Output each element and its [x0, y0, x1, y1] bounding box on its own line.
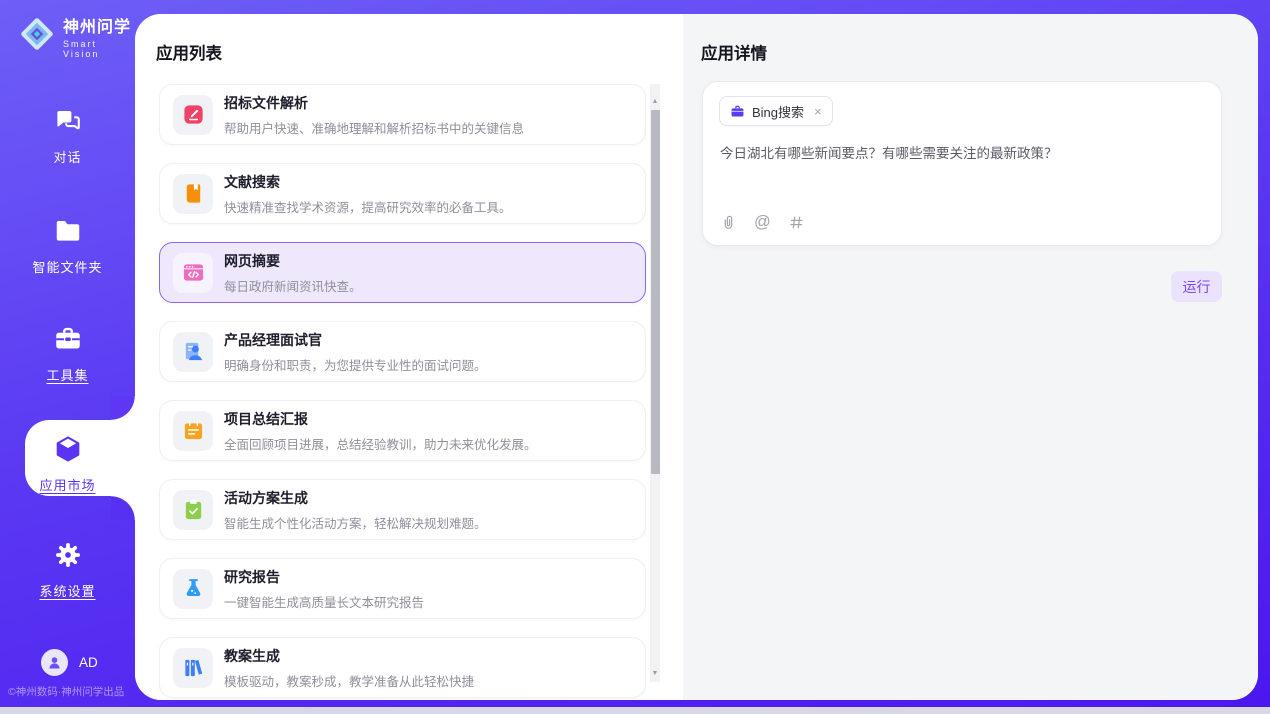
app-desc: 全面回顾项目进展，总结经验教训，助力未来优化发展。 [224, 434, 537, 453]
tool-tag-bing-search[interactable]: Bing搜索 × [719, 96, 833, 126]
app-desc: 一键智能生成高质量长文本研究报告 [224, 592, 424, 611]
brand-logo: 神州问学 Smart Vision [18, 13, 135, 59]
close-icon[interactable]: × [814, 104, 822, 119]
composer-toolbar: @ [720, 214, 805, 231]
sidebar: 神州问学 Smart Vision 对话 智能文件夹 [0, 0, 135, 707]
run-button[interactable]: 运行 [1171, 271, 1222, 302]
briefcase-icon [730, 104, 745, 119]
app-card-research-report[interactable]: 研究报告 一键智能生成高质量长文本研究报告 [159, 558, 646, 619]
app-desc: 帮助用户快速、准确地理解和解析招标书中的关键信息 [224, 118, 524, 137]
sidebar-item-app-market[interactable]: 应用市场 [0, 434, 135, 494]
sidebar-item-smart-folder[interactable]: 智能文件夹 [0, 216, 135, 276]
app-card-lesson-plan[interactable]: 教案生成 模板驱动，教案秒成，教学准备从此轻松快捷 [159, 637, 646, 698]
app-desc: 快速精准查找学术资源，提高研究效率的必备工具。 [224, 197, 512, 216]
app-window: 神州问学 Smart Vision 对话 智能文件夹 [0, 0, 1270, 714]
sidebar-item-label: 应用市场 [0, 475, 135, 494]
browser-code-icon [173, 253, 213, 293]
app-card-list: 招标文件解析 帮助用户快速、准确地理解和解析招标书中的关键信息 文献搜索 快速精… [159, 84, 646, 700]
user-profile[interactable]: AD [41, 649, 98, 676]
brand-name: 神州问学 [63, 19, 131, 36]
sidebar-item-toolset[interactable]: 工具集 [0, 324, 135, 384]
tool-tag-label: Bing搜索 [752, 102, 804, 121]
calendar-icon [173, 411, 213, 451]
page-bottom-strip [0, 707, 1270, 714]
copyright-text: ©神州数码·神州问学出品 [8, 684, 138, 699]
app-name: 活动方案生成 [224, 488, 487, 508]
main-content: 应用列表 招标文件解析 帮助用户快速、准确地理解和解析招标书中的关键信息 [135, 14, 1258, 700]
app-name: 产品经理面试官 [224, 330, 487, 350]
app-card-project-summary[interactable]: 项目总结汇报 全面回顾项目进展，总结经验教训，助力未来优化发展。 [159, 400, 646, 461]
app-name: 研究报告 [224, 567, 424, 587]
query-text[interactable]: 今日湖北有哪些新闻要点？有哪些需要关注的最新政策？ [720, 144, 1205, 164]
app-card-event-plan[interactable]: 活动方案生成 智能生成个性化活动方案，轻松解决规划难题。 [159, 479, 646, 540]
diamond-logo-icon [18, 15, 56, 58]
app-name: 网页摘要 [224, 251, 362, 271]
app-desc: 智能生成个性化活动方案，轻松解决规划难题。 [224, 513, 487, 532]
attachment-icon[interactable] [720, 214, 737, 231]
scroll-down-arrow-icon[interactable]: ▼ [650, 668, 660, 680]
bubble-notch-top [111, 396, 135, 420]
bubble-notch-bottom [111, 496, 135, 520]
clipboard-check-icon [173, 490, 213, 530]
gear-icon [53, 540, 83, 570]
app-desc: 每日政府新闻资讯快查。 [224, 276, 362, 295]
app-detail-panel: 应用详情 Bing搜索 × 今日湖北有哪些新闻要点？有哪些需要关注的最新政策？ [683, 14, 1258, 700]
avatar [41, 649, 68, 676]
app-name: 文献搜索 [224, 172, 512, 192]
books-icon [173, 648, 213, 688]
app-list-title: 应用列表 [156, 40, 222, 64]
scroll-up-arrow-icon[interactable]: ▲ [650, 96, 660, 108]
chat-icon [53, 106, 83, 136]
app-desc: 明确身份和职责，为您提供专业性的面试问题。 [224, 355, 487, 374]
flask-icon [173, 569, 213, 609]
user-label: AD [79, 655, 98, 670]
app-desc: 模板驱动，教案秒成，教学准备从此轻松快捷 [224, 671, 474, 690]
brand-subtitle: Smart Vision [63, 39, 135, 59]
sidebar-item-label: 智能文件夹 [0, 257, 135, 276]
sidebar-item-label: 工具集 [0, 365, 135, 384]
cube-icon [53, 434, 83, 464]
app-list-scrollbar[interactable]: ▲ ▼ [650, 84, 660, 682]
app-name: 项目总结汇报 [224, 409, 537, 429]
sidebar-item-chat[interactable]: 对话 [0, 106, 135, 166]
sidebar-item-label: 对话 [0, 147, 135, 166]
sidebar-item-settings[interactable]: 系统设置 [0, 540, 135, 600]
book-icon [173, 174, 213, 214]
query-composer[interactable]: Bing搜索 × 今日湖北有哪些新闻要点？有哪些需要关注的最新政策？ @ [702, 81, 1222, 246]
app-list-panel: 应用列表 招标文件解析 帮助用户快速、准确地理解和解析招标书中的关键信息 [135, 14, 683, 700]
hash-icon[interactable] [788, 214, 805, 231]
app-card-literature-search[interactable]: 文献搜索 快速精准查找学术资源，提高研究效率的必备工具。 [159, 163, 646, 224]
app-detail-title: 应用详情 [701, 40, 767, 64]
toolbox-icon [53, 324, 83, 354]
mention-icon[interactable]: @ [754, 214, 771, 231]
interviewer-icon [173, 332, 213, 372]
sidebar-item-label: 系统设置 [0, 581, 135, 600]
folder-icon [53, 216, 83, 246]
app-name: 招标文件解析 [224, 93, 524, 113]
app-card-pm-interviewer[interactable]: 产品经理面试官 明确身份和职责，为您提供专业性的面试问题。 [159, 321, 646, 382]
app-name: 教案生成 [224, 646, 474, 666]
person-icon [46, 654, 63, 671]
compose-icon [173, 95, 213, 135]
app-card-web-summary[interactable]: 网页摘要 每日政府新闻资讯快查。 [159, 242, 646, 303]
scrollbar-thumb[interactable] [651, 110, 660, 474]
app-card-bid-parsing[interactable]: 招标文件解析 帮助用户快速、准确地理解和解析招标书中的关键信息 [159, 84, 646, 145]
